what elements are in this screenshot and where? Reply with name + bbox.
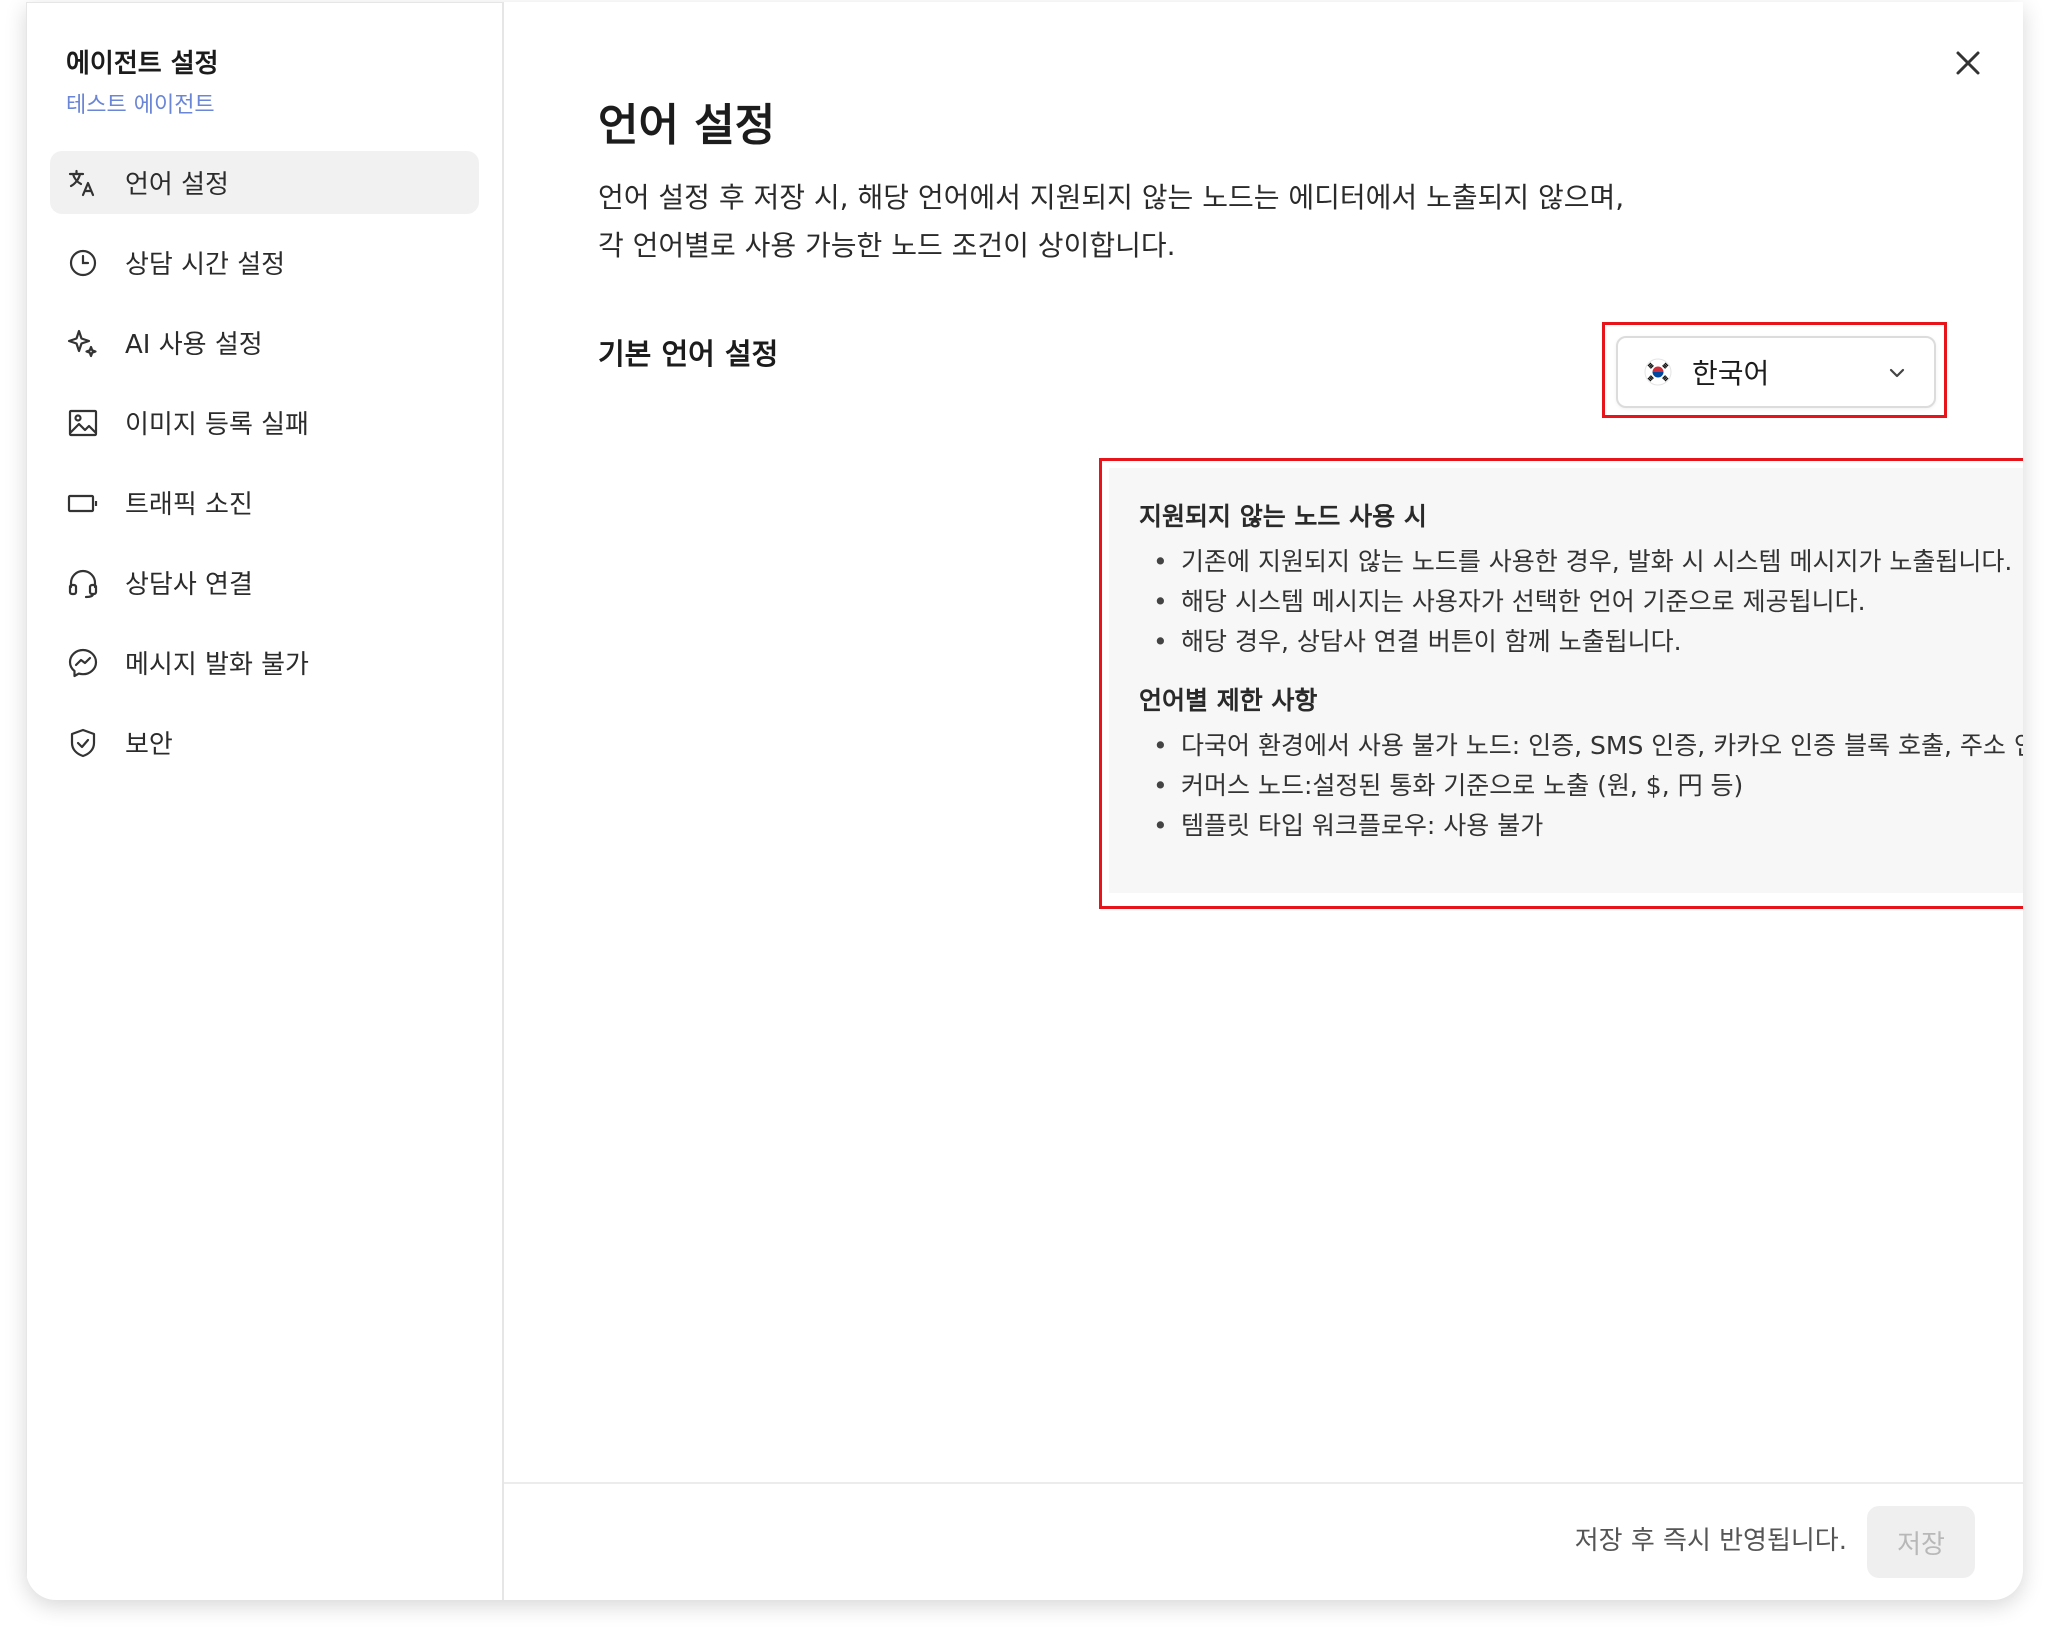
- sidebar-item-message-unavailable[interactable]: 메시지 발화 불가: [50, 631, 479, 694]
- settings-sidebar: 에이전트 설정 테스트 에이전트 언어 설정 상담 시간 설정 AI 사용 설정…: [26, 2, 504, 1600]
- close-icon[interactable]: [1953, 48, 1983, 78]
- info-section-title: 지원되지 않는 노드 사용 시: [1139, 502, 1427, 531]
- translate-icon: [66, 166, 100, 200]
- sidebar-item-consult-hours[interactable]: 상담 시간 설정: [50, 231, 479, 294]
- sidebar-item-image-failure[interactable]: 이미지 등록 실패: [50, 391, 479, 454]
- list-item: 기존에 지원되지 않는 노드를 사용한 경우, 발화 시 시스템 메시지가 노출…: [1139, 542, 2023, 582]
- sidebar-item-label: 상담 시간 설정: [125, 250, 286, 280]
- sidebar-item-ai-usage[interactable]: AI 사용 설정: [50, 311, 479, 374]
- list-item: 해당 시스템 메시지는 사용자가 선택한 언어 기준으로 제공됩니다.: [1139, 582, 2023, 622]
- shield-check-icon: [66, 726, 100, 760]
- list-item: 해당 경우, 상담사 연결 버튼이 함께 노출됩니다.: [1139, 622, 2023, 662]
- default-language-row: 기본 언어 설정 한국어: [598, 322, 1947, 422]
- description-line: 각 언어별로 사용 가능한 노드 조건이 상이합니다.: [598, 229, 1176, 262]
- sidebar-item-label: 언어 설정: [125, 170, 229, 200]
- sidebar-item-agent-connect[interactable]: 상담사 연결: [50, 551, 479, 614]
- sidebar-item-label: 보안: [125, 730, 173, 760]
- list-item: 커머스 노드:설정된 통화 기준으로 노출 (원, $, 円 등): [1139, 766, 2023, 806]
- sidebar-item-label: 메시지 발화 불가: [125, 650, 309, 680]
- clock-icon: [66, 246, 100, 280]
- save-note: 저장 후 즉시 반영됩니다.: [1574, 1526, 1847, 1556]
- description-line: 언어 설정 후 저장 시, 해당 언어에서 지원되지 않는 노드는 에디터에서 …: [598, 181, 1625, 214]
- language-info-panel: 지원되지 않는 노드 사용 시 기존에 지원되지 않는 노드를 사용한 경우, …: [1109, 468, 2023, 893]
- modal-footer: 저장 후 즉시 반영됩니다. 저장: [504, 1482, 2023, 1600]
- sidebar-item-label: AI 사용 설정: [125, 330, 263, 360]
- agent-settings-modal: 에이전트 설정 테스트 에이전트 언어 설정 상담 시간 설정 AI 사용 설정…: [26, 2, 2023, 1600]
- language-select-value: 한국어: [1692, 357, 1770, 390]
- default-language-label: 기본 언어 설정: [598, 337, 779, 371]
- sidebar-item-traffic[interactable]: 트래픽 소진: [50, 471, 479, 534]
- sidebar-title: 에이전트 설정: [66, 49, 219, 79]
- image-icon: [66, 406, 100, 440]
- language-settings-content: 언어 설정 언어 설정 후 저장 시, 해당 언어에서 지원되지 않는 노드는 …: [598, 98, 1947, 422]
- sidebar-item-label: 상담사 연결: [125, 570, 253, 600]
- info-list: 기존에 지원되지 않는 노드를 사용한 경우, 발화 시 시스템 메시지가 노출…: [1139, 542, 2023, 662]
- sparkle-icon: [66, 326, 100, 360]
- sidebar-item-language[interactable]: 언어 설정: [50, 151, 479, 214]
- page-description: 언어 설정 후 저장 시, 해당 언어에서 지원되지 않는 노드는 에디터에서 …: [598, 174, 1938, 270]
- sidebar-item-label: 트래픽 소진: [125, 490, 253, 520]
- sidebar-item-label: 이미지 등록 실패: [125, 410, 309, 440]
- language-select[interactable]: 한국어: [1616, 336, 1936, 408]
- settings-nav: 언어 설정 상담 시간 설정 AI 사용 설정 이미지 등록 실패 트래픽 소진…: [50, 151, 479, 774]
- list-item: 다국어 환경에서 사용 불가 노드: 인증, SMS 인증, 카카오 인증 블록…: [1139, 726, 2023, 766]
- info-list: 다국어 환경에서 사용 불가 노드: 인증, SMS 인증, 카카오 인증 블록…: [1139, 726, 2023, 846]
- info-section-title: 언어별 제한 사항: [1139, 686, 1318, 715]
- list-item: 템플릿 타입 워크플로우: 사용 불가: [1139, 806, 2023, 846]
- settings-main: 언어 설정 언어 설정 후 저장 시, 해당 언어에서 지원되지 않는 노드는 …: [504, 2, 2023, 1600]
- korea-flag-icon: [1644, 358, 1672, 386]
- headset-icon: [66, 566, 100, 600]
- page-title: 언어 설정: [598, 100, 776, 151]
- messenger-icon: [66, 646, 100, 680]
- sidebar-item-security[interactable]: 보안: [50, 711, 479, 774]
- battery-icon: [66, 486, 100, 520]
- agent-name: 테스트 에이전트: [66, 93, 215, 118]
- chevron-down-icon: [1889, 368, 1905, 378]
- save-button[interactable]: 저장: [1867, 1506, 1975, 1578]
